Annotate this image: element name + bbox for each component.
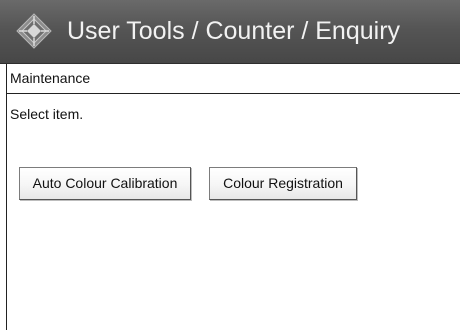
main-panel: Maintenance Select item. Auto Colour Cal… [6,64,460,330]
instruction-text: Select item. [10,106,84,122]
colour-registration-button[interactable]: Colour Registration [209,167,357,200]
auto-colour-calibration-button[interactable]: Auto Colour Calibration [19,167,191,200]
user-tools-icon [16,13,52,49]
screen: User Tools / Counter / Enquiry Maintenan… [0,0,460,330]
title-bar: User Tools / Counter / Enquiry [0,0,460,64]
page-title: User Tools / Counter / Enquiry [67,17,401,45]
section-title: Maintenance [10,70,91,86]
section-header: Maintenance [7,64,460,94]
